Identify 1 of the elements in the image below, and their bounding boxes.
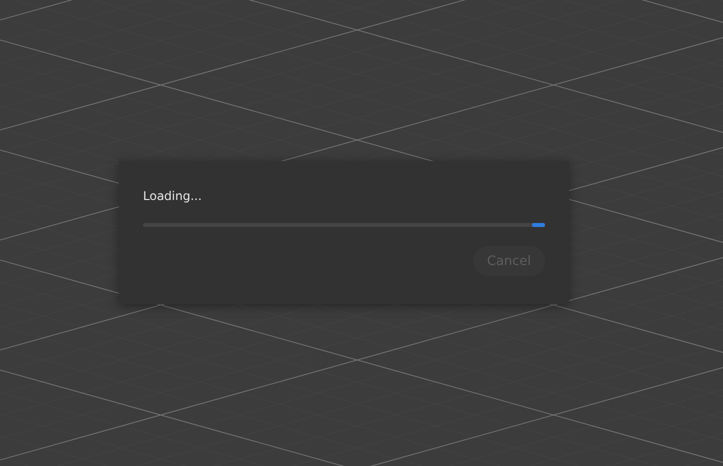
dialog-title: Loading... [143, 189, 202, 203]
